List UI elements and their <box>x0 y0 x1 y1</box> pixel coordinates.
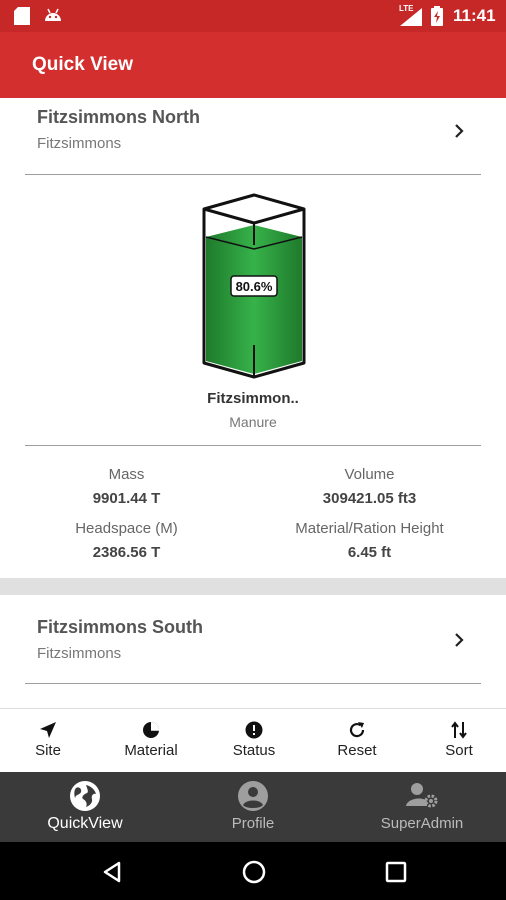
material-button[interactable]: Material <box>101 709 201 773</box>
home-icon[interactable] <box>242 860 266 884</box>
site-button-label: Site <box>35 742 61 759</box>
nav-profile[interactable]: Profile <box>188 772 318 842</box>
site-subtitle: Fitzsimmons <box>37 135 122 152</box>
mass-value: 9901.44 T <box>92 490 161 507</box>
nav-profile-label: Profile <box>231 815 275 832</box>
status-bar: LTE 11:41 <box>0 0 506 32</box>
nav-quickview-label: QuickView <box>47 815 123 832</box>
pie-chart-icon <box>143 722 159 738</box>
site-card-header[interactable]: Fitzsimmons North Fitzsimmons <box>0 98 506 174</box>
tank-fill-label: 80.6% <box>236 279 273 294</box>
volume-label: Volume <box>344 466 395 483</box>
nav-superadmin-label: SuperAdmin <box>380 815 464 832</box>
divider <box>25 445 481 446</box>
nav-quickview[interactable]: QuickView <box>20 772 150 842</box>
system-navigation-bar <box>0 842 506 900</box>
globe-icon <box>70 781 100 811</box>
material-button-label: Material <box>124 742 178 759</box>
chevron-right-icon[interactable] <box>452 124 466 138</box>
divider <box>25 174 481 175</box>
clock: 11:41 <box>453 6 496 25</box>
headspace-value: 2386.56 T <box>92 544 161 561</box>
profile-icon <box>238 781 268 811</box>
reset-button-label: Reset <box>337 742 377 759</box>
navigation-arrow-icon <box>40 722 56 738</box>
info-icon <box>245 721 263 739</box>
action-toolbar: Site Material Status Reset Sort <box>0 708 506 773</box>
site-button[interactable]: Site <box>0 709 98 773</box>
site-subtitle: Fitzsimmons <box>37 645 122 662</box>
tank-name: Fitzsimmon.. <box>207 390 299 407</box>
signal-icon <box>400 8 422 26</box>
refresh-icon <box>349 722 365 738</box>
headspace-label: Headspace (M) <box>75 520 178 537</box>
recents-icon[interactable] <box>385 861 407 883</box>
status-button[interactable]: Status <box>204 709 304 773</box>
site-card: Fitzsimmons South Fitzsimmons <box>0 595 506 708</box>
status-button-label: Status <box>232 742 276 759</box>
site-title: Fitzsimmons South <box>37 617 203 637</box>
sd-card-icon <box>14 7 30 25</box>
page-title: Quick View <box>32 54 134 75</box>
battery-charging-icon <box>431 6 443 26</box>
tank-gauge[interactable]: 80.6% <box>200 193 308 381</box>
admin-gear-icon <box>406 783 438 808</box>
mass-label: Mass <box>108 466 145 483</box>
volume-value: 309421.05 ft3 <box>322 490 417 507</box>
sort-button[interactable]: Sort <box>409 709 506 773</box>
height-label: Material/Ration Height <box>295 520 444 537</box>
app-bar: Quick View <box>0 32 506 98</box>
tank-material: Manure <box>229 414 277 430</box>
back-icon[interactable] <box>101 861 123 883</box>
bottom-navigation: QuickView Profile SuperAdmin <box>0 772 506 842</box>
reset-button[interactable]: Reset <box>307 709 407 773</box>
nav-superadmin[interactable]: SuperAdmin <box>357 772 487 842</box>
site-title: Fitzsimmons North <box>37 107 201 127</box>
divider <box>25 683 481 684</box>
sort-icon <box>451 721 467 739</box>
site-card-header[interactable]: Fitzsimmons South Fitzsimmons <box>0 595 506 683</box>
sort-button-label: Sort <box>445 742 473 759</box>
android-icon <box>45 8 61 21</box>
site-card: Fitzsimmons North Fitzsimmons 80.6% Fitz… <box>0 98 506 578</box>
chevron-right-icon[interactable] <box>452 633 466 647</box>
height-value: 6.45 ft <box>347 544 392 561</box>
site-list[interactable]: Fitzsimmons North Fitzsimmons 80.6% Fitz… <box>0 98 506 708</box>
